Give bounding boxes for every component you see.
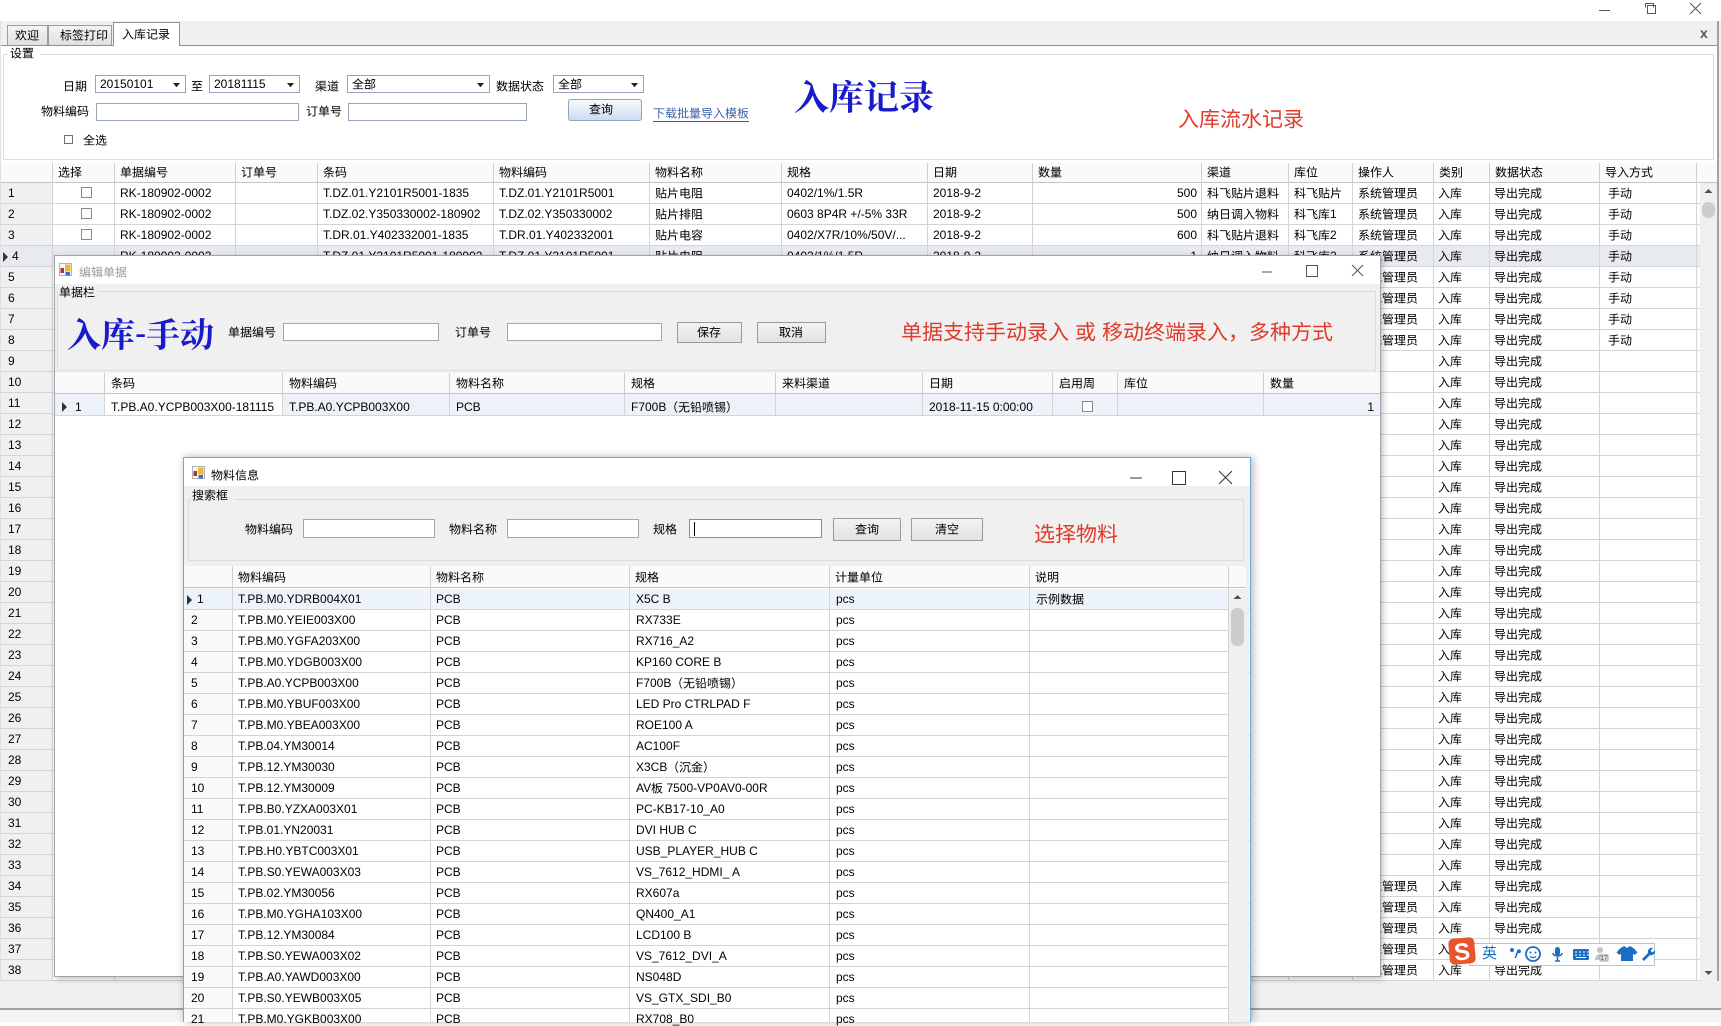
svg-text:17: 17 xyxy=(1601,956,1608,962)
svg-text:S: S xyxy=(1453,938,1471,966)
